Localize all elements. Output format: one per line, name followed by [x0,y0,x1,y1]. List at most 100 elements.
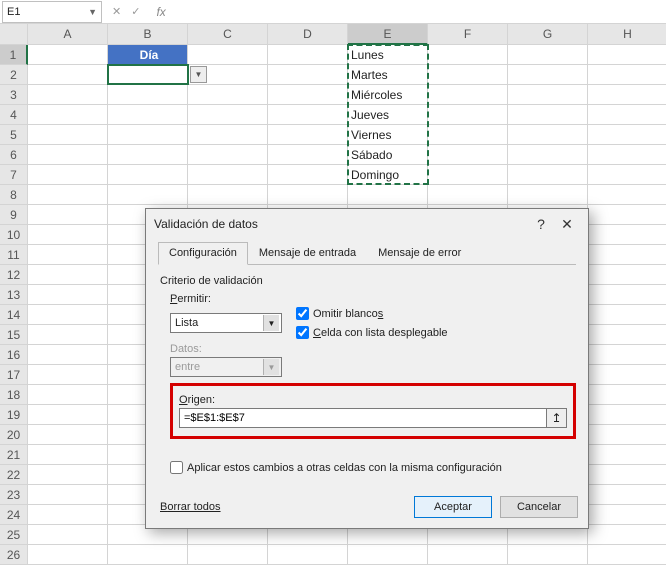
cell-B1[interactable]: Día [108,45,188,65]
cell-E7[interactable]: Domingo [348,165,428,185]
range-picker-button[interactable]: ↥ [546,409,566,427]
dialog-titlebar[interactable]: Validación de datos ? ✕ [146,209,588,239]
cell-A4[interactable] [28,105,108,125]
cell-E6[interactable]: Sábado [348,145,428,165]
cell-A1[interactable] [28,45,108,65]
row-9[interactable]: 9 [0,205,28,225]
omit-blanks-check[interactable]: Omitir blancos [296,307,448,320]
cell-F1[interactable] [428,45,508,65]
row-25[interactable]: 25 [0,525,28,545]
cell-C3[interactable] [188,85,268,105]
cell-E1[interactable]: Lunes [348,45,428,65]
col-G[interactable]: G [508,24,588,45]
cell-C1[interactable] [188,45,268,65]
cell-D3[interactable] [268,85,348,105]
apply-same-cells-check[interactable]: Aplicar estos cambios a otras celdas con… [170,461,576,474]
cell-F5[interactable] [428,125,508,145]
cell-H3[interactable] [588,85,666,105]
cell-C5[interactable] [188,125,268,145]
row-5[interactable]: 5 [0,125,28,145]
cell-B5[interactable] [108,125,188,145]
col-H[interactable]: H [588,24,666,45]
row-15[interactable]: 15 [0,325,28,345]
row-11[interactable]: 11 [0,245,28,265]
row-16[interactable]: 16 [0,345,28,365]
cell-A3[interactable] [28,85,108,105]
cell-H1[interactable] [588,45,666,65]
row-4[interactable]: 4 [0,105,28,125]
chevron-down-icon[interactable]: ▼ [88,7,97,17]
cell-F2[interactable] [428,65,508,85]
cell-E3[interactable]: Miércoles [348,85,428,105]
col-F[interactable]: F [428,24,508,45]
cell-E4[interactable]: Jueves [348,105,428,125]
cell-C4[interactable] [188,105,268,125]
cancel-icon[interactable]: ✕ [112,5,121,18]
cell-D1[interactable] [268,45,348,65]
cell-E2[interactable]: Martes [348,65,428,85]
formula-input[interactable] [172,1,666,23]
cell-A6[interactable] [28,145,108,165]
origin-input-wrap[interactable]: ↥ [179,408,567,428]
cell-A7[interactable] [28,165,108,185]
close-button[interactable]: ✕ [554,216,580,233]
cell-G5[interactable] [508,125,588,145]
col-C[interactable]: C [188,24,268,45]
cell-H7[interactable] [588,165,666,185]
row-6[interactable]: 6 [0,145,28,165]
cell-G7[interactable] [508,165,588,185]
cell-D5[interactable] [268,125,348,145]
cell-G1[interactable] [508,45,588,65]
tab-configuration[interactable]: Configuración [158,242,248,265]
row-7[interactable]: 7 [0,165,28,185]
row-18[interactable]: 18 [0,385,28,405]
cell-E5[interactable]: Viernes [348,125,428,145]
cell-G6[interactable] [508,145,588,165]
fx-icon[interactable]: fx [150,5,171,19]
row-17[interactable]: 17 [0,365,28,385]
col-D[interactable]: D [268,24,348,45]
row-26[interactable]: 26 [0,545,28,565]
help-button[interactable]: ? [528,216,554,232]
row-2[interactable]: 2 [0,65,28,85]
cell-G3[interactable] [508,85,588,105]
cell-H6[interactable] [588,145,666,165]
row-1[interactable]: 1 [0,45,28,65]
row-12[interactable]: 12 [0,265,28,285]
cell-dropdown-check[interactable]: Celda con lista desplegable [296,326,448,339]
row-19[interactable]: 19 [0,405,28,425]
cell-dropdown-checkbox[interactable] [296,326,309,339]
col-B[interactable]: B [108,24,188,45]
allow-combo[interactable]: Lista ▼ [170,313,282,333]
cell-F3[interactable] [428,85,508,105]
cell-G4[interactable] [508,105,588,125]
col-A[interactable]: A [28,24,108,45]
row-22[interactable]: 22 [0,465,28,485]
cell-B2[interactable] [108,65,188,85]
cell-B3[interactable] [108,85,188,105]
cell-D2[interactable] [268,65,348,85]
cell-D6[interactable] [268,145,348,165]
cell-C6[interactable] [188,145,268,165]
row-23[interactable]: 23 [0,485,28,505]
row-24[interactable]: 24 [0,505,28,525]
cell-A5[interactable] [28,125,108,145]
origin-input[interactable] [180,409,546,427]
tab-error-message[interactable]: Mensaje de error [367,242,472,265]
cell-H2[interactable] [588,65,666,85]
omit-blanks-checkbox[interactable] [296,307,309,320]
apply-same-cells-checkbox[interactable] [170,461,183,474]
row-20[interactable]: 20 [0,425,28,445]
cancel-button[interactable]: Cancelar [500,496,578,518]
row-21[interactable]: 21 [0,445,28,465]
row-8[interactable]: 8 [0,185,28,205]
cell-G2[interactable] [508,65,588,85]
tab-input-message[interactable]: Mensaje de entrada [248,242,367,265]
cell-H4[interactable] [588,105,666,125]
col-E[interactable]: E [348,24,428,45]
cell-B7[interactable] [108,165,188,185]
cell-H5[interactable] [588,125,666,145]
check-icon[interactable]: ✓ [131,5,140,18]
name-box[interactable]: E1 ▼ [2,1,102,23]
cell-A2[interactable] [28,65,108,85]
